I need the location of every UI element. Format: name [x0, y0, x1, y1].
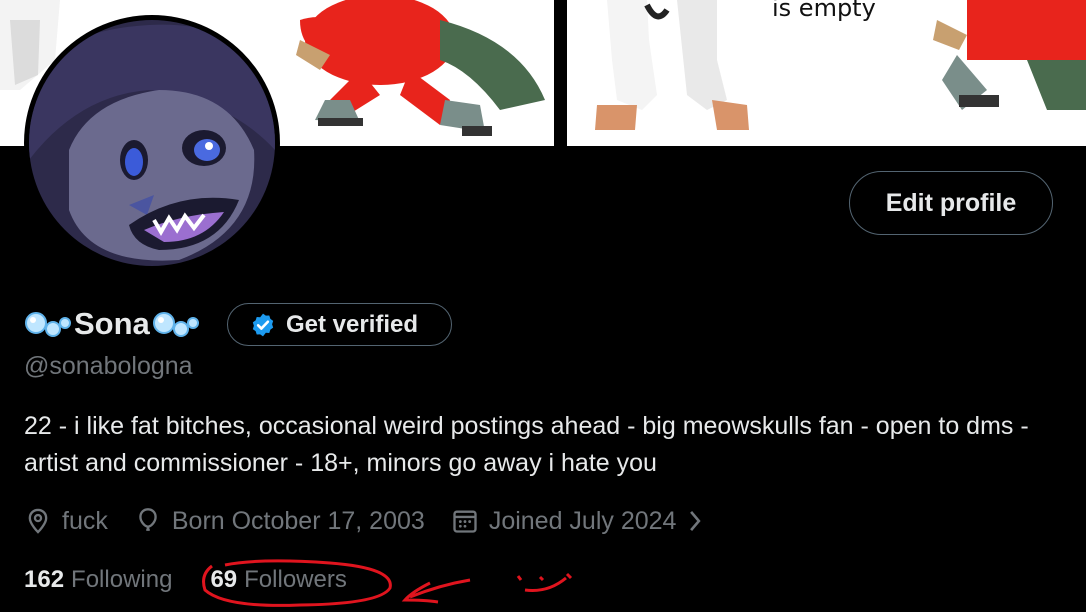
- location-text: fuck: [62, 506, 108, 535]
- avatar-image: [29, 20, 275, 266]
- following-label: Following: [71, 566, 173, 593]
- get-verified-button[interactable]: Get verified: [227, 303, 452, 346]
- joined-item[interactable]: Joined July 2024: [451, 507, 705, 536]
- verified-badge-icon: [252, 313, 274, 336]
- chevron-right-icon[interactable]: [686, 508, 704, 534]
- followers-count: 69: [210, 566, 238, 593]
- username-handle: @sonabologna: [24, 352, 193, 380]
- avatar[interactable]: [24, 15, 280, 271]
- followers-link[interactable]: 69 Followers: [210, 566, 346, 594]
- get-verified-label: Get verified: [286, 310, 419, 338]
- bubbles-emoji-icon: [152, 309, 200, 339]
- birthday-item: Born October 17, 2003: [134, 507, 425, 536]
- edit-profile-button[interactable]: Edit profile: [849, 171, 1053, 235]
- smiley-annotation: [516, 572, 573, 592]
- display-name-row: Sona: [24, 302, 200, 346]
- location-pin-icon: [28, 508, 48, 534]
- profile-meta-row: fuck Born October 17, 2003 Joined July 2…: [24, 503, 730, 539]
- banner-panel-right: is empty: [567, 0, 1086, 146]
- following-link[interactable]: 162 Following: [24, 566, 172, 594]
- birthday-balloon-icon: [139, 508, 157, 531]
- calendar-icon: [453, 510, 477, 533]
- birthday-text: Born October 17, 2003: [171, 506, 425, 535]
- follow-stats: 162 Following 69 Followers: [24, 563, 385, 597]
- arrow-annotation: [401, 578, 471, 604]
- joined-text: Joined July 2024: [488, 506, 677, 535]
- location-item: fuck: [24, 507, 108, 536]
- followers-label: Followers: [244, 566, 347, 593]
- following-count: 162: [24, 566, 65, 593]
- display-name: Sona: [74, 306, 150, 341]
- bubbles-emoji-icon: [24, 309, 72, 339]
- banner-caption: is empty: [772, 0, 876, 22]
- profile-bio: 22 - i like fat bitches, occasional weir…: [24, 412, 1029, 477]
